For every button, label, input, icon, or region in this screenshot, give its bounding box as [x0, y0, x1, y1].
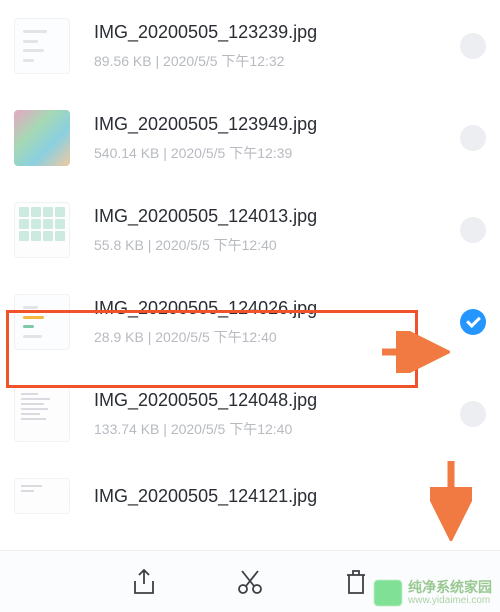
- delete-button[interactable]: [339, 565, 373, 599]
- watermark-sub: www.yidaimei.com: [408, 595, 492, 606]
- list-item[interactable]: IMG_20200505_123949.jpg 540.14 KB | 2020…: [0, 92, 500, 184]
- file-subline: 133.74 KB | 2020/5/5 下午12:40: [94, 419, 448, 439]
- file-subline: 540.14 KB | 2020/5/5 下午12:39: [94, 143, 448, 163]
- file-meta: IMG_20200505_124048.jpg 133.74 KB | 2020…: [94, 390, 448, 439]
- watermark-logo-icon: [374, 580, 402, 606]
- file-meta: IMG_20200505_124013.jpg 55.8 KB | 2020/5…: [94, 206, 448, 255]
- checkbox-icon[interactable]: [460, 217, 486, 243]
- checkbox-icon[interactable]: [460, 401, 486, 427]
- watermark-title: 纯净系统家园: [408, 580, 492, 595]
- checkbox-icon[interactable]: [460, 309, 486, 335]
- share-button[interactable]: [127, 565, 161, 599]
- watermark: 纯净系统家园 www.yidaimei.com: [374, 580, 492, 606]
- file-name: IMG_20200505_123239.jpg: [94, 22, 448, 43]
- file-meta: IMG_20200505_123239.jpg 89.56 KB | 2020/…: [94, 22, 448, 71]
- thumbnail-icon: [14, 18, 70, 74]
- checkbox-icon[interactable]: [460, 125, 486, 151]
- file-list: IMG_20200505_123239.jpg 89.56 KB | 2020/…: [0, 0, 500, 514]
- list-item[interactable]: IMG_20200505_124013.jpg 55.8 KB | 2020/5…: [0, 184, 500, 276]
- file-name: IMG_20200505_124026.jpg: [94, 298, 448, 319]
- file-name: IMG_20200505_124121.jpg: [94, 486, 486, 507]
- file-subline: 55.8 KB | 2020/5/5 下午12:40: [94, 235, 448, 255]
- list-item[interactable]: IMG_20200505_124048.jpg 133.74 KB | 2020…: [0, 368, 500, 460]
- checkbox-icon[interactable]: [460, 33, 486, 59]
- file-subline: 89.56 KB | 2020/5/5 下午12:32: [94, 51, 448, 71]
- thumbnail-icon: [14, 110, 70, 166]
- list-item[interactable]: IMG_20200505_124026.jpg 28.9 KB | 2020/5…: [0, 276, 500, 368]
- thumbnail-icon: [14, 478, 70, 514]
- file-subline: 28.9 KB | 2020/5/5 下午12:40: [94, 327, 448, 347]
- file-name: IMG_20200505_123949.jpg: [94, 114, 448, 135]
- list-item[interactable]: IMG_20200505_124121.jpg: [0, 460, 500, 514]
- file-meta: IMG_20200505_124026.jpg 28.9 KB | 2020/5…: [94, 298, 448, 347]
- thumbnail-icon: [14, 202, 70, 258]
- file-meta: IMG_20200505_123949.jpg 540.14 KB | 2020…: [94, 114, 448, 163]
- cut-button[interactable]: [233, 565, 267, 599]
- file-meta: IMG_20200505_124121.jpg: [94, 486, 486, 507]
- file-name: IMG_20200505_124048.jpg: [94, 390, 448, 411]
- file-name: IMG_20200505_124013.jpg: [94, 206, 448, 227]
- list-item[interactable]: IMG_20200505_123239.jpg 89.56 KB | 2020/…: [0, 0, 500, 92]
- thumbnail-icon: [14, 294, 70, 350]
- thumbnail-icon: [14, 386, 70, 442]
